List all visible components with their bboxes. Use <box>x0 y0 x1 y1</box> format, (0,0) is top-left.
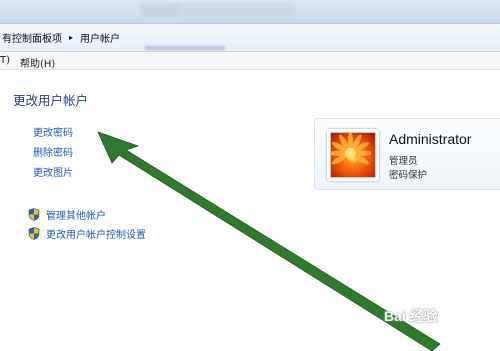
menu-bar: T) 帮助(H) <box>0 52 500 70</box>
manage-other-accounts-link[interactable]: 管理其他帐户 <box>28 207 106 222</box>
password-status: 密码保护 <box>389 170 428 181</box>
watermark: Bai 经验 <box>384 308 438 324</box>
page-title: 更改用户帐户 <box>13 93 89 108</box>
manage-other-accounts-label: 管理其他帐户 <box>46 211 106 222</box>
address-bar[interactable]: 有控制面板项 ▸ 用户帐户 <box>0 24 500 52</box>
account-role: 管理员 <box>389 156 418 167</box>
breadcrumb-current[interactable]: 用户帐户 <box>80 30 120 45</box>
breadcrumb-parent[interactable]: 有控制面板项 <box>0 30 62 45</box>
blurred-search-box <box>175 2 295 16</box>
menu-help[interactable]: 帮助(H) <box>20 55 55 70</box>
shield-icon <box>28 208 40 221</box>
menu-tools[interactable]: T) <box>0 55 10 66</box>
user-account-card: Administrator 管理员 密码保护 <box>314 118 500 190</box>
blurred-title-fragment <box>140 3 180 17</box>
change-password-link[interactable]: 更改密码 <box>33 124 73 139</box>
breadcrumb-separator-icon[interactable]: ▸ <box>69 33 73 42</box>
window-titlebar <box>0 0 500 24</box>
remove-password-link[interactable]: 删除密码 <box>33 144 73 159</box>
flower-petals <box>330 132 372 165</box>
uac-settings-link[interactable]: 更改用户帐户控制设置 <box>28 226 146 241</box>
user-avatar-flower-icon[interactable] <box>327 129 379 181</box>
change-picture-link[interactable]: 更改图片 <box>33 164 73 179</box>
username: Administrator <box>389 131 472 147</box>
shield-icon <box>28 227 40 240</box>
uac-settings-label: 更改用户帐户控制设置 <box>46 230 146 241</box>
blurred-address-fragment <box>145 46 225 50</box>
